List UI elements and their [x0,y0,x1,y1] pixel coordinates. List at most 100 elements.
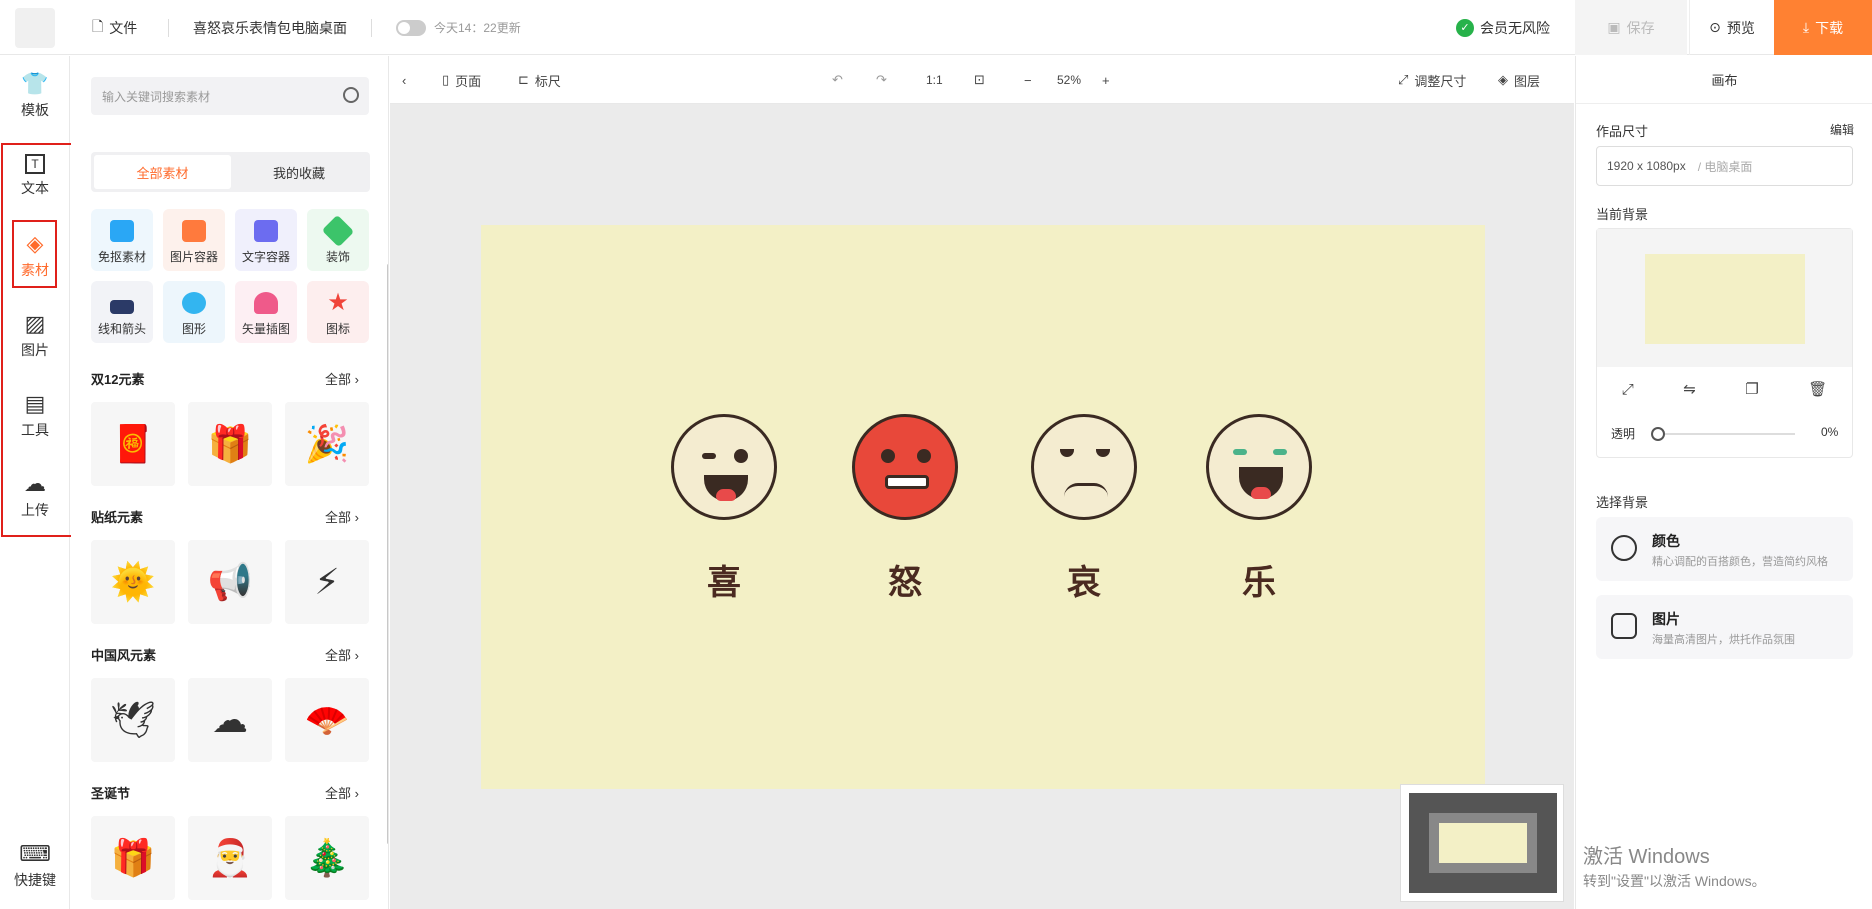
document-title[interactable]: 喜怒哀乐表情包电脑桌面 [193,0,347,55]
section-all-link[interactable]: 全部 › [325,369,359,388]
search-input[interactable]: 输入关键词搜索素材 [91,77,369,115]
emotion-label[interactable]: 喜 [671,555,777,604]
app-logo[interactable] [15,8,55,48]
panel-scrollbar[interactable] [387,264,388,844]
angry-face[interactable] [852,414,958,520]
edit-size-link[interactable]: 编辑 [1830,121,1854,138]
windows-activation-watermark: 激活 Windows 转到"设置"以激活 Windows。 [1583,846,1766,889]
trash-icon[interactable]: 🗑 [1808,380,1827,398]
undo-button[interactable]: ↶ [832,56,843,104]
category-image-container[interactable]: 图片容器 [163,209,225,271]
save-button[interactable]: ▣ 保存 [1575,0,1687,55]
eye [702,453,716,459]
page-icon: ▯ [442,72,450,87]
happy-face[interactable] [671,414,777,520]
zoom-in-button[interactable]: + [1102,56,1110,104]
member-risk-badge[interactable]: ✓ 会员无风险 [1456,0,1550,55]
minimap[interactable] [1400,784,1564,902]
layers-icon: ◈ [1498,72,1508,87]
category-text-container[interactable]: 文字容器 [235,209,297,271]
current-bg-label: 当前背景 [1596,207,1649,222]
background-swatch[interactable] [1645,254,1805,344]
resize-button[interactable]: ⤢ 调整尺寸 [1398,56,1466,104]
emotion-label[interactable]: 乐 [1206,555,1312,604]
download-button[interactable]: ⤓ 下载 [1774,0,1872,55]
material-thumb[interactable]: ☁ [188,678,272,762]
right-panel: 画布 作品尺寸 编辑 1920 x 1080px / 电脑桌面 当前背景 ⤢ ⇋… [1575,56,1872,909]
flip-icon[interactable]: ⇋ [1683,380,1696,398]
category-decoration[interactable]: 装饰 [307,209,369,271]
category-cutout[interactable]: 免抠素材 [91,209,153,271]
megaphone-sticker-icon: 📢 [207,561,253,602]
category-vector-illustration[interactable]: 矢量插图 [235,281,297,343]
category-icons[interactable]: ★ 图标 [307,281,369,343]
emotion-label[interactable]: 哀 [1031,555,1137,604]
tongue [716,489,736,501]
page-button[interactable]: ▯ 页面 [442,56,481,104]
highlight-box [1,143,82,537]
material-thumb[interactable]: 🎁 [188,402,272,486]
category-lines-arrows[interactable]: 线和箭头 [91,281,153,343]
joyful-face[interactable] [1206,414,1312,520]
material-thumb[interactable]: 🧧 [91,402,175,486]
top-bar: 🗋 文件 喜怒哀乐表情包电脑桌面 今天14：22更新 ✓ 会员无风险 ▣ 保存 … [0,0,1872,55]
material-thumb[interactable]: 🎅 [188,816,272,900]
background-color-option[interactable]: 颜色 精心调配的百搭颜色，营造简约风格 [1596,517,1853,581]
nav-item-template[interactable]: 👕 模板 [0,61,70,131]
slider-knob[interactable] [1651,427,1665,441]
file-menu[interactable]: 🗋 文件 [92,0,137,55]
cube-icon [182,220,206,242]
section-all-link[interactable]: 全部 › [325,645,359,664]
search-icon[interactable] [343,87,359,103]
emotion-label[interactable]: 怒 [852,555,958,604]
redo-button[interactable]: ↷ [876,56,887,104]
material-thumb[interactable]: 🎉 [285,402,369,486]
plus-icon: + [1102,72,1110,88]
section-title: 双12元素 [91,372,145,387]
size-field[interactable]: 1920 x 1080px / 电脑桌面 [1596,146,1853,186]
tab-all-materials[interactable]: 全部素材 [94,155,231,189]
section-title: 圣诞节 [91,786,131,801]
section-all-link[interactable]: 全部 › [325,783,359,802]
zoom-level[interactable]: 52% [1057,56,1081,104]
material-tabs: 全部素材 我的收藏 [91,152,370,192]
check-circle-icon: ✓ [1456,18,1474,37]
layers-button[interactable]: ◈ 图层 [1498,56,1540,104]
collapse-panel-button[interactable]: ‹ [402,56,406,104]
nav-item-shortcuts[interactable]: ⌨ 快捷键 [0,831,70,901]
expand-icon[interactable]: ⤢ [1622,381,1634,398]
category-shapes[interactable]: 图形 [163,281,225,343]
material-thumb[interactable]: 🪭 [285,678,369,762]
copy-icon[interactable]: ❐ [1745,380,1758,398]
minimap-viewport [1409,793,1557,893]
material-thumb[interactable]: 🎁 [91,816,175,900]
autosave-toggle[interactable] [396,19,426,36]
opacity-slider[interactable] [1651,427,1795,441]
choose-bg-label: 选择背景 [1596,495,1649,510]
material-thumb[interactable]: 📢 [188,540,272,624]
material-thumb[interactable]: 🕊 [91,678,175,762]
ruler-button[interactable]: ⊏ 标尺 [518,56,561,104]
crane-icon: 🕊 [110,699,156,740]
lightning-sticker-icon: ⚡ [314,561,340,602]
artboard[interactable]: 喜 怒 哀 乐 [481,225,1485,789]
fit-screen-button[interactable]: ⊡ [974,56,985,104]
shape-icon [182,292,206,314]
divider [371,19,372,37]
mouth [885,475,929,489]
section-all-link[interactable]: 全部 › [325,507,359,526]
actual-size-button[interactable]: 1:1 [926,56,943,104]
panel-title: 画布 [1576,56,1872,104]
tab-favorites[interactable]: 我的收藏 [231,155,367,189]
material-thumb[interactable]: 🌞 [91,540,175,624]
zoom-out-button[interactable]: − [1024,56,1032,104]
sad-face[interactable] [1031,414,1137,520]
picture-icon [1611,613,1637,639]
preview-button[interactable]: ⊙ 预览 [1689,0,1774,55]
material-thumb[interactable]: ⚡ [285,540,369,624]
material-panel: 输入关键词搜索素材 全部素材 我的收藏 免抠素材 图片容器 文字容器 装饰 线和… [71,56,389,909]
file-icon: 🗋 [92,17,104,34]
minus-icon: − [1024,72,1032,88]
material-thumb[interactable]: 🎄 [285,816,369,900]
background-image-option[interactable]: 图片 海量高清图片，烘托作品氛围 [1596,595,1853,659]
